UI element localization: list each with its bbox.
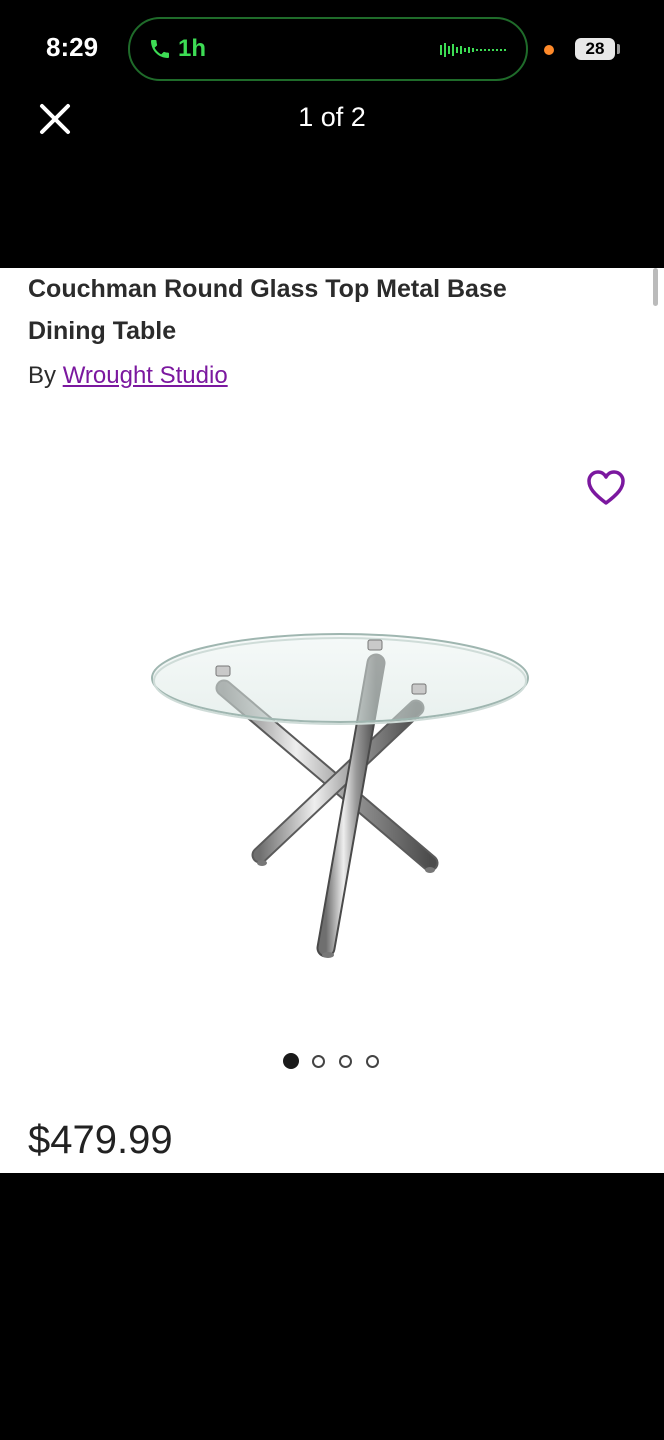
audio-waveform-icon <box>440 43 506 57</box>
privacy-indicator-dot <box>544 45 554 55</box>
by-label: By <box>28 362 57 389</box>
product-price: $479.99 <box>28 1118 173 1162</box>
active-call-pill[interactable]: 1h <box>128 17 528 81</box>
brand-line: By Wrought Studio <box>28 362 228 390</box>
status-time: 8:29 <box>46 32 99 62</box>
heart-outline-icon[interactable] <box>585 468 627 508</box>
carousel-dot-3[interactable] <box>339 1055 352 1068</box>
image-counter: 1 of 2 <box>298 102 366 132</box>
product-title: Couchman Round Glass Top Metal Base Dini… <box>28 275 507 345</box>
carousel-dot-2[interactable] <box>312 1055 325 1068</box>
phone-icon <box>151 40 169 58</box>
scrollbar[interactable] <box>653 268 658 306</box>
carousel-dot-4[interactable] <box>366 1055 379 1068</box>
status-bar: 8:29 1h 28 <box>0 0 664 100</box>
carousel-dot-1[interactable] <box>283 1053 299 1069</box>
battery-tip <box>617 44 620 54</box>
brand-link[interactable]: Wrought Studio <box>63 362 228 389</box>
battery-level: 28 <box>575 38 615 60</box>
product-image[interactable] <box>140 618 540 968</box>
product-panel: Couchman Round Glass Top Metal Base Dini… <box>0 268 664 1173</box>
call-duration: 1h <box>178 35 207 62</box>
